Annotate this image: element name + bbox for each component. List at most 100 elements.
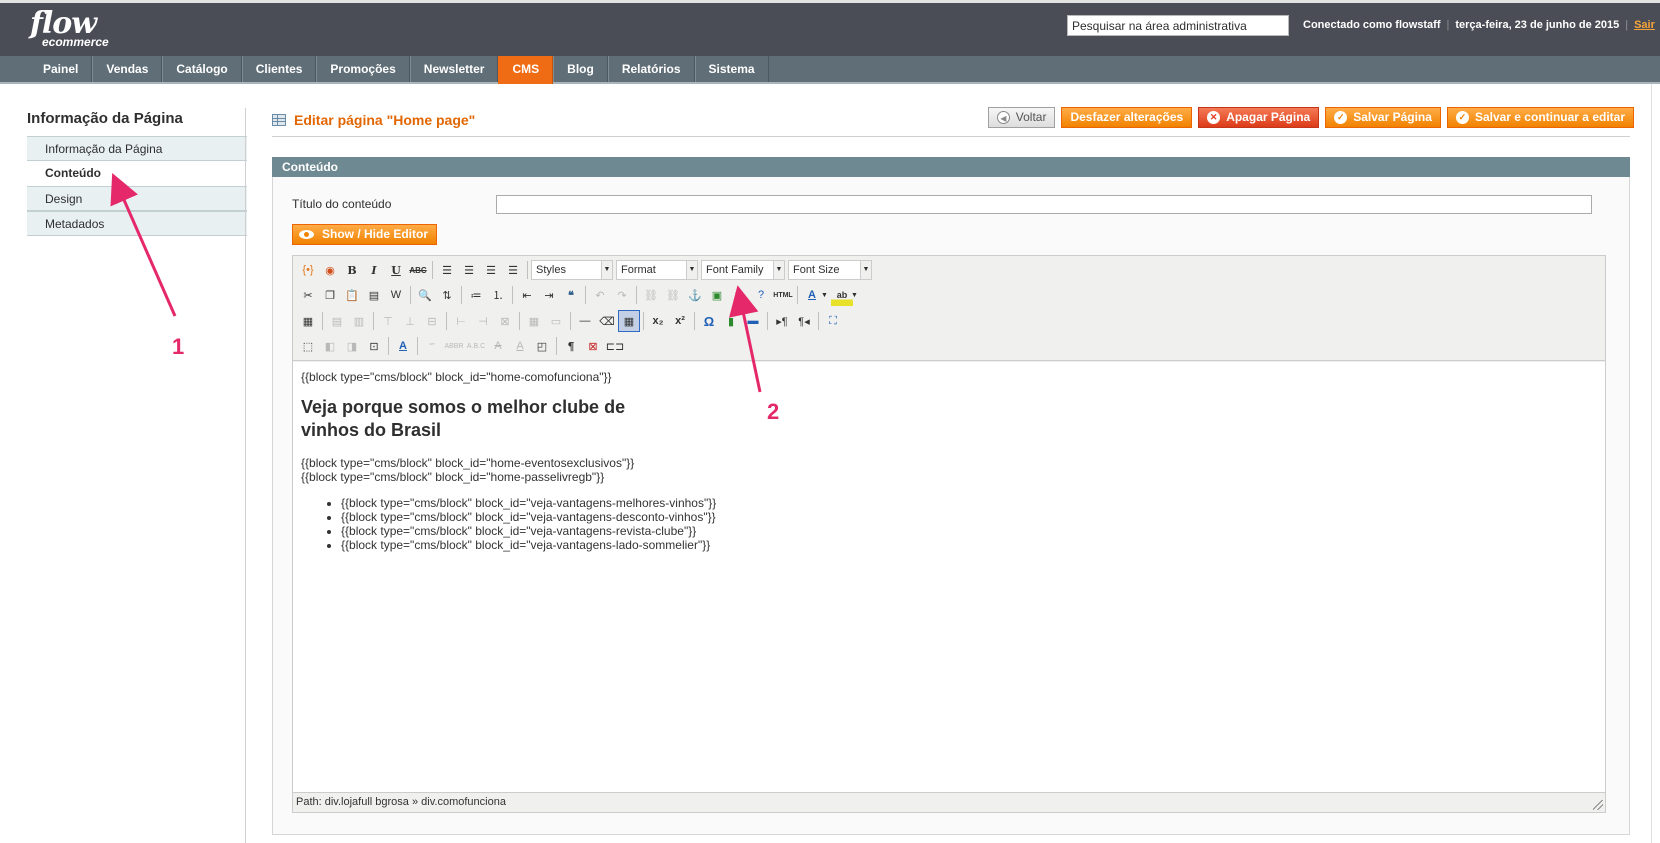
absolute-icon[interactable]: ⊡: [363, 335, 385, 357]
nav-item-clientes[interactable]: Clientes: [241, 56, 317, 82]
row-before-icon[interactable]: ⊤: [377, 310, 399, 332]
paste-icon[interactable]: 📋: [341, 284, 363, 306]
paste-word-icon[interactable]: W: [385, 284, 407, 306]
cut-icon[interactable]: ✂: [297, 284, 319, 306]
nonbreaking-icon[interactable]: ⊠: [582, 335, 604, 357]
nav-item-vendas[interactable]: Vendas: [92, 56, 163, 82]
underline-icon[interactable]: U: [385, 259, 407, 281]
nav-item-cms[interactable]: CMS: [498, 56, 554, 84]
bold-icon[interactable]: B: [341, 259, 363, 281]
align-center-icon[interactable]: ☰: [458, 259, 480, 281]
redo-icon[interactable]: ↷: [611, 284, 633, 306]
insert-table-icon[interactable]: ▦: [297, 310, 319, 332]
widget-icon[interactable]: {•}: [297, 259, 319, 281]
variable-icon[interactable]: ◉: [319, 259, 341, 281]
logout-link[interactable]: Sair: [1634, 19, 1655, 31]
nav-item-promocoes[interactable]: Promoções: [316, 56, 410, 82]
save-page-button[interactable]: ✓ Salvar Página: [1325, 107, 1441, 128]
back-button[interactable]: ◀ Voltar: [987, 107, 1056, 128]
copy-icon[interactable]: ❐: [319, 284, 341, 306]
strikethrough-icon[interactable]: ABC: [407, 259, 429, 281]
italic-icon[interactable]: I: [363, 259, 385, 281]
indent-icon[interactable]: ⇥: [538, 284, 560, 306]
text-color-icon[interactable]: A: [801, 284, 823, 306]
merge-cells-icon[interactable]: ▭: [545, 310, 567, 332]
anchor-icon[interactable]: ⚓: [684, 284, 706, 306]
pagebreak-icon[interactable]: ⊏⊐: [604, 335, 626, 357]
link-icon[interactable]: ⛓: [640, 284, 662, 306]
align-right-icon[interactable]: ☰: [480, 259, 502, 281]
show-blocks-icon[interactable]: ¶: [560, 335, 582, 357]
nav-item-relatorios[interactable]: Relatórios: [607, 56, 695, 82]
styles-select[interactable]: Styles ▼: [531, 260, 613, 280]
admin-search-input[interactable]: [1067, 15, 1289, 36]
replace-icon[interactable]: ⇅: [436, 284, 458, 306]
subscript-icon[interactable]: x₂: [647, 310, 669, 332]
del-icon[interactable]: A: [487, 335, 509, 357]
move-backward-icon[interactable]: ◨: [341, 335, 363, 357]
resize-handle-icon[interactable]: [1593, 800, 1603, 810]
rtl-icon[interactable]: ¶◂: [793, 310, 815, 332]
content-title-input[interactable]: [496, 195, 1592, 214]
html-source-icon[interactable]: HTML: [772, 284, 794, 306]
split-cells-icon[interactable]: ▦: [523, 310, 545, 332]
horizontal-rule-icon[interactable]: —: [574, 310, 596, 332]
col-before-icon[interactable]: ⊢: [450, 310, 472, 332]
paste-text-icon[interactable]: ▤: [363, 284, 385, 306]
sidebar-item-page-info[interactable]: Informação da Página: [27, 136, 247, 161]
sidebar-item-content[interactable]: Conteúdo: [27, 161, 247, 186]
unlink-icon[interactable]: ⛓: [662, 284, 684, 306]
align-justify-icon[interactable]: ☰: [502, 259, 524, 281]
remove-format-icon[interactable]: ⌫: [596, 310, 618, 332]
outdent-icon[interactable]: ⇤: [516, 284, 538, 306]
delete-row-icon[interactable]: ⊟: [421, 310, 443, 332]
row-after-icon[interactable]: ⊥: [399, 310, 421, 332]
nav-item-newsletter[interactable]: Newsletter: [409, 56, 499, 82]
bullet-list-icon[interactable]: ≔: [465, 284, 487, 306]
sidebar-item-metadata[interactable]: Metadados: [27, 211, 247, 236]
row-props-icon[interactable]: ▤: [326, 310, 348, 332]
save-continue-button[interactable]: ✓ Salvar e continuar a editar: [1446, 107, 1634, 128]
move-forward-icon[interactable]: ◧: [319, 335, 341, 357]
cell-props-icon[interactable]: ▥: [348, 310, 370, 332]
delete-col-icon[interactable]: ⊠: [494, 310, 516, 332]
ltr-icon[interactable]: ▸¶: [771, 310, 793, 332]
align-left-icon[interactable]: ☰: [436, 259, 458, 281]
reset-button[interactable]: Desfazer alterações: [1061, 107, 1193, 128]
help-icon[interactable]: ?: [750, 284, 772, 306]
abbr-icon[interactable]: ABBR: [443, 335, 465, 357]
editor-content-area[interactable]: {{block type="cms/block" block_id="home-…: [293, 362, 1605, 793]
advanced-hr-icon[interactable]: ▬: [742, 310, 764, 332]
nav-item-blog[interactable]: Blog: [553, 56, 608, 82]
special-char-icon[interactable]: Ω: [698, 310, 720, 332]
cleanup-icon[interactable]: ✎: [728, 284, 750, 306]
chevron-down-icon[interactable]: ▼: [821, 292, 831, 299]
visual-aid-icon[interactable]: ▦: [618, 310, 640, 332]
find-icon[interactable]: 🔍: [414, 284, 436, 306]
font-size-select[interactable]: Font Size ▼: [788, 260, 872, 280]
logo[interactable]: flow ecommerce: [30, 9, 109, 49]
acronym-icon[interactable]: A.B.C: [465, 335, 487, 357]
blockquote-icon[interactable]: ❝: [560, 284, 582, 306]
background-color-icon[interactable]: ab: [831, 284, 853, 306]
insert-layer-icon[interactable]: ⬚: [297, 335, 319, 357]
delete-page-button[interactable]: ✕ Apagar Página: [1198, 107, 1320, 128]
undo-icon[interactable]: ↶: [589, 284, 611, 306]
ins-icon[interactable]: A: [509, 335, 531, 357]
attribs-icon[interactable]: ◰: [531, 335, 553, 357]
show-hide-editor-button[interactable]: Show / Hide Editor: [292, 224, 438, 245]
nav-item-sistema[interactable]: Sistema: [694, 56, 769, 82]
col-after-icon[interactable]: ⊣: [472, 310, 494, 332]
nav-item-painel[interactable]: Painel: [30, 56, 93, 82]
insert-image-icon[interactable]: ▣: [706, 284, 728, 306]
nav-item-catalogo[interactable]: Catálogo: [162, 56, 242, 82]
cite-icon[interactable]: “”: [421, 335, 443, 357]
chevron-down-icon[interactable]: ▼: [851, 292, 861, 299]
superscript-icon[interactable]: x²: [669, 310, 691, 332]
styleprops-icon[interactable]: A: [392, 335, 414, 357]
media-icon[interactable]: ▮: [720, 310, 742, 332]
font-family-select[interactable]: Font Family ▼: [701, 260, 785, 280]
fullscreen-icon[interactable]: ⛶: [822, 310, 844, 332]
numbered-list-icon[interactable]: ⒈: [487, 284, 509, 306]
format-select[interactable]: Format ▼: [616, 260, 698, 280]
